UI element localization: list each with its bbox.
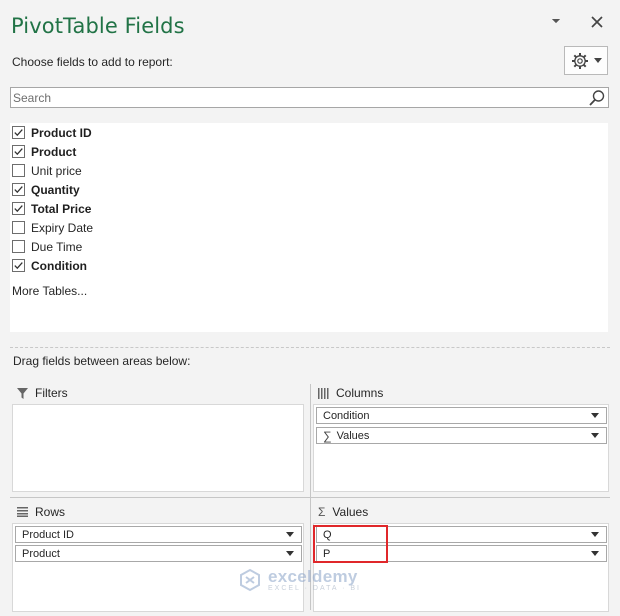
sigma-icon: Σ xyxy=(318,505,326,519)
values-area-header: Σ Values xyxy=(318,505,368,519)
columns-item-condition[interactable]: Condition xyxy=(316,407,607,424)
field-item-label: Product ID xyxy=(31,125,92,140)
rows-area-header: Rows xyxy=(17,505,65,519)
chevron-down-icon[interactable] xyxy=(591,532,599,537)
chevron-down-icon[interactable] xyxy=(286,551,294,556)
values-item-q[interactable]: Q xyxy=(316,526,607,543)
rows-item-product[interactable]: Product xyxy=(15,545,302,562)
chevron-down-icon[interactable] xyxy=(591,551,599,556)
more-tables-link[interactable]: More Tables... xyxy=(12,284,87,298)
gear-icon xyxy=(571,52,588,69)
rows-item-label: Product ID xyxy=(22,528,74,541)
choose-fields-label: Choose fields to add to report: xyxy=(12,55,173,69)
filters-area-label: Filters xyxy=(35,386,68,400)
chevron-down-icon[interactable] xyxy=(591,413,599,418)
panel-title: PivotTable Fields xyxy=(11,14,185,38)
filter-icon xyxy=(17,387,28,399)
checkbox-unchecked[interactable] xyxy=(12,221,25,234)
checkbox-unchecked[interactable] xyxy=(12,240,25,253)
field-item-label: Quantity xyxy=(31,182,80,197)
chevron-down-icon[interactable] xyxy=(286,532,294,537)
field-item[interactable]: Condition xyxy=(12,256,87,275)
checkmark-icon xyxy=(14,129,23,137)
field-item-label: Condition xyxy=(31,258,87,273)
drag-fields-label: Drag fields between areas below: xyxy=(13,354,191,368)
close-icon[interactable] xyxy=(589,14,605,30)
columns-icon xyxy=(318,387,329,399)
field-item-label: Product xyxy=(31,144,77,159)
columns-item-label: Values xyxy=(336,429,370,442)
search-box[interactable] xyxy=(10,87,609,108)
filters-drop-area[interactable] xyxy=(12,404,304,492)
columns-area-header: Columns xyxy=(318,386,383,400)
task-pane-options-chevron-down-icon[interactable] xyxy=(549,14,563,28)
rows-area-label: Rows xyxy=(35,505,66,519)
filters-area-header: Filters xyxy=(17,386,68,400)
columns-area-label: Columns xyxy=(336,386,384,400)
values-area-label: Values xyxy=(332,505,369,519)
field-item-label: Unit price xyxy=(31,163,82,178)
field-item[interactable]: Expiry Date xyxy=(12,218,93,237)
rows-icon xyxy=(17,507,28,517)
search-input[interactable] xyxy=(11,88,581,107)
field-list-settings-button[interactable] xyxy=(564,46,608,75)
field-item[interactable]: Total Price xyxy=(12,199,91,218)
checkmark-icon xyxy=(14,148,23,156)
checkmark-icon xyxy=(14,205,23,213)
checkbox-checked[interactable] xyxy=(12,183,25,196)
values-item-p[interactable]: P xyxy=(316,545,607,562)
checkbox-checked[interactable] xyxy=(12,259,25,272)
watermark-name: exceldemy xyxy=(268,566,358,586)
field-item[interactable]: Product xyxy=(12,142,76,161)
field-item-label: Expiry Date xyxy=(31,220,94,235)
rows-item-label: Product xyxy=(22,547,60,560)
area-horizontal-divider xyxy=(10,497,610,498)
checkbox-checked[interactable] xyxy=(12,126,25,139)
columns-item-values[interactable]: ∑ Values xyxy=(316,427,607,444)
chevron-down-icon xyxy=(593,58,602,63)
chevron-down-icon[interactable] xyxy=(591,433,599,438)
values-item-label: P xyxy=(323,547,331,560)
checkbox-unchecked[interactable] xyxy=(12,164,25,177)
divider xyxy=(10,347,610,348)
checkmark-icon xyxy=(14,186,23,194)
field-item[interactable]: Due Time xyxy=(12,237,82,256)
checkmark-icon xyxy=(14,262,23,270)
watermark: exceldemy EXCEL · DATA · BI xyxy=(238,568,361,592)
field-list: More Tables... Product ID Product Unit pri… xyxy=(10,123,608,332)
checkbox-checked[interactable] xyxy=(12,145,25,158)
rows-item-product-id[interactable]: Product ID xyxy=(15,526,302,543)
sigma-icon: ∑ xyxy=(323,428,332,443)
field-item-label: Total Price xyxy=(31,201,92,216)
field-item[interactable]: Quantity xyxy=(12,180,80,199)
exceldemy-logo-icon xyxy=(240,568,260,592)
columns-drop-area[interactable]: Condition ∑ Values xyxy=(313,404,609,492)
field-item-label: Due Time xyxy=(31,239,83,254)
values-item-label: Q xyxy=(323,528,332,541)
columns-item-label: Condition xyxy=(323,409,370,422)
field-item[interactable]: Unit price xyxy=(12,161,82,180)
field-item[interactable]: Product ID xyxy=(12,123,92,142)
watermark-tagline: EXCEL · DATA · BI xyxy=(268,584,361,592)
checkbox-checked[interactable] xyxy=(12,202,25,215)
search-icon[interactable] xyxy=(588,89,606,107)
